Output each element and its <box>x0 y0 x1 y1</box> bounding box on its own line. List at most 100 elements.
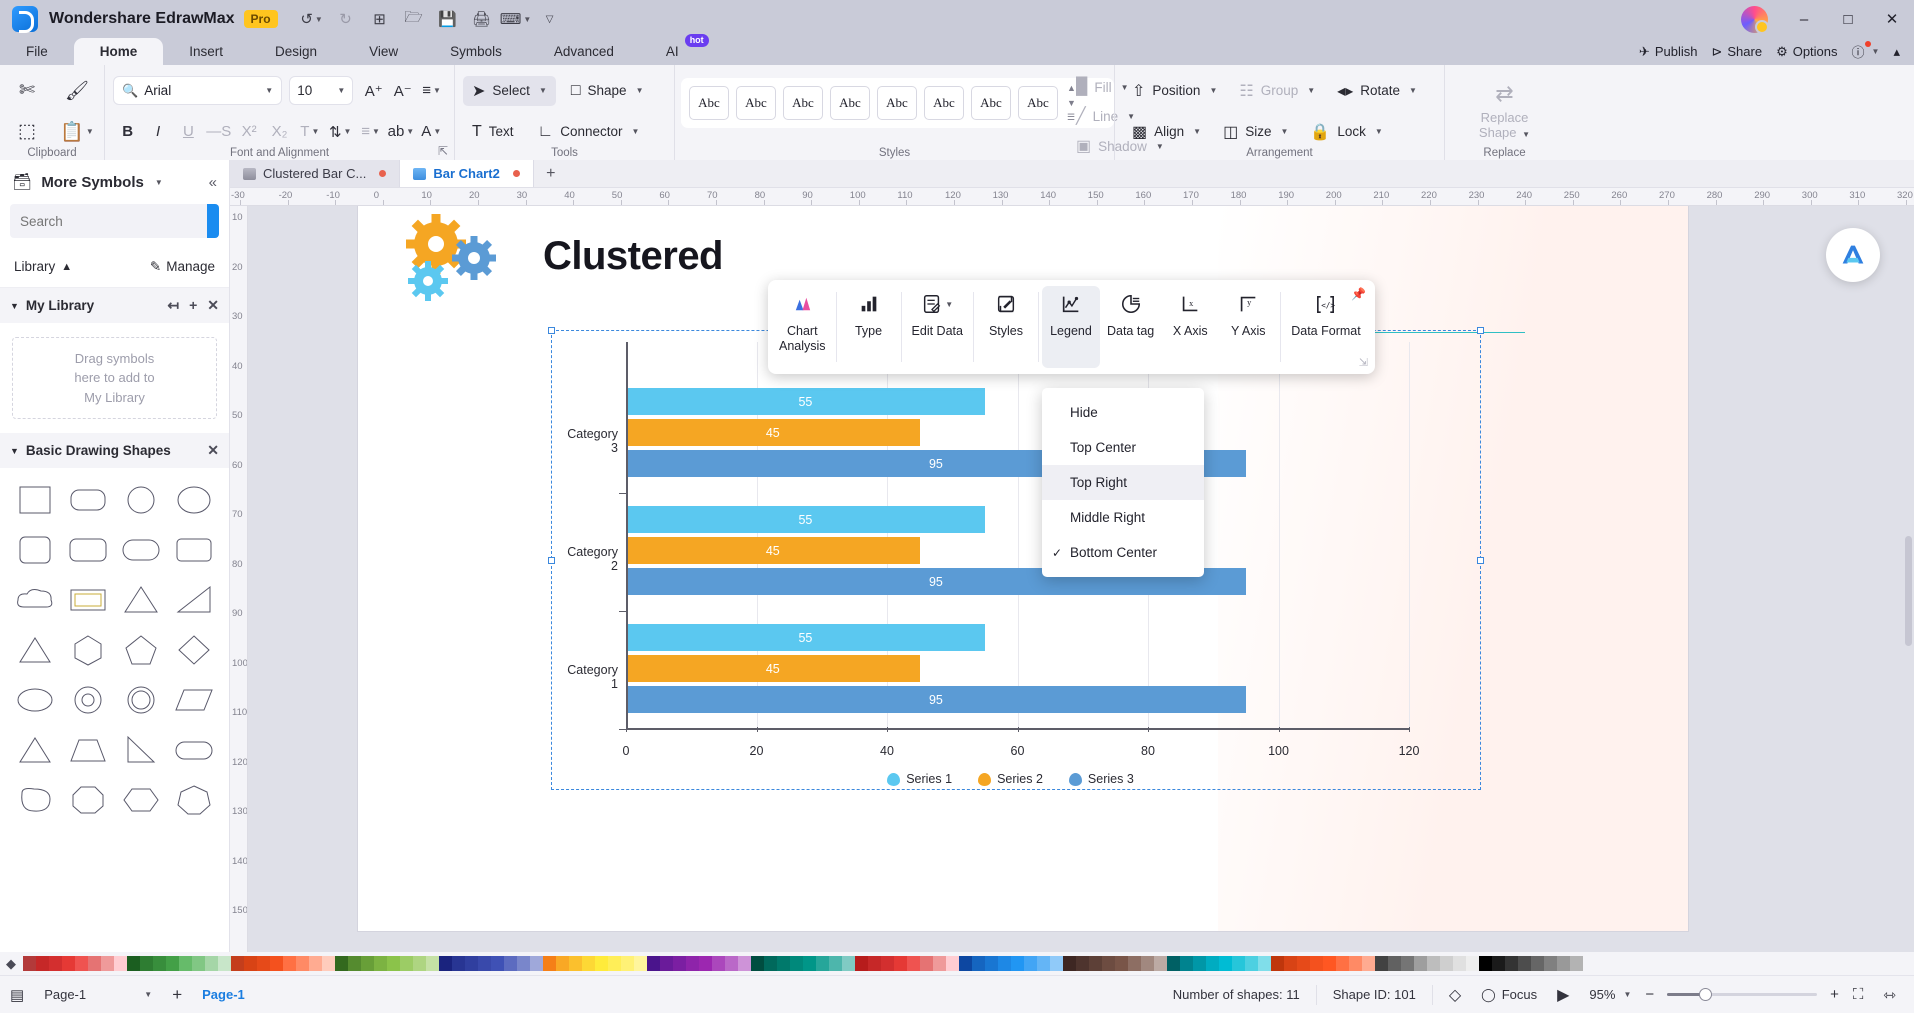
add-icon[interactable]: + <box>189 297 197 314</box>
maximize-icon[interactable]: □ <box>1826 0 1870 38</box>
style-sample-2[interactable]: Abc <box>736 86 776 120</box>
add-page-button[interactable]: + <box>162 985 192 1005</box>
color-swatch[interactable] <box>1219 956 1232 971</box>
color-swatch[interactable] <box>686 956 699 971</box>
font-size-field[interactable]: 10 ▼ <box>289 76 354 105</box>
legend-menu-item[interactable]: Hide <box>1042 395 1204 430</box>
color-swatch[interactable] <box>244 956 257 971</box>
color-swatch[interactable] <box>374 956 387 971</box>
clustered-bar-chart[interactable]: 55 45 95 Category 1 55 45 95 Category 2 55 45 95 Ca… <box>558 336 1463 786</box>
chart-bar[interactable]: 45 <box>626 419 920 446</box>
color-swatch[interactable] <box>1557 956 1570 971</box>
shape-pentagon[interactable] <box>118 628 165 672</box>
collapse-ribbon-icon[interactable]: ▴ <box>1893 44 1900 60</box>
tab-symbols[interactable]: Symbols <box>424 38 528 65</box>
color-swatch[interactable] <box>1466 956 1479 971</box>
color-swatch[interactable] <box>309 956 322 971</box>
underline-icon[interactable]: U <box>174 117 203 147</box>
color-swatch[interactable] <box>868 956 881 971</box>
chart-bar[interactable]: 45 <box>626 655 920 682</box>
chevron-down-icon[interactable]: ▼ <box>1375 127 1383 136</box>
increase-font-size-icon[interactable]: A⁺ <box>359 76 388 106</box>
chevron-down-icon[interactable]: ▼ <box>945 300 953 309</box>
search-input[interactable] <box>10 213 207 229</box>
color-swatch[interactable] <box>452 956 465 971</box>
more-icon[interactable]: ▽ <box>534 5 566 33</box>
group-button[interactable]: ☷ Group ▼ <box>1230 76 1324 106</box>
horizontal-ruler[interactable]: -30 -20 -10 0 10 20 30 40 50 60 70 80 90 100 110 120 130… <box>230 188 1914 206</box>
shape-rounded-square[interactable] <box>12 528 59 572</box>
color-swatch[interactable] <box>1167 956 1180 971</box>
chart-legend-item[interactable]: Series 2 <box>978 772 1043 786</box>
share-button[interactable]: ⊳ Share <box>1711 44 1762 60</box>
color-swatch[interactable] <box>504 956 517 971</box>
color-swatch[interactable] <box>1492 956 1505 971</box>
color-swatch[interactable] <box>1544 956 1557 971</box>
color-swatch[interactable] <box>49 956 62 971</box>
color-swatch[interactable] <box>803 956 816 971</box>
color-swatch[interactable] <box>907 956 920 971</box>
chevron-down-icon[interactable]: ▼ <box>265 86 273 95</box>
color-swatch[interactable] <box>1076 956 1089 971</box>
resize-handle-tl[interactable] <box>548 327 555 334</box>
zoom-slider[interactable] <box>1667 988 1818 1001</box>
chart-toolbar-edit-data[interactable]: ▼ Edit Data <box>905 286 970 368</box>
color-swatch[interactable] <box>23 956 36 971</box>
color-swatch[interactable] <box>1271 956 1284 971</box>
shape-triangle[interactable] <box>118 578 165 622</box>
color-swatch[interactable] <box>140 956 153 971</box>
close-icon[interactable]: ✕ <box>207 442 219 459</box>
color-swatch[interactable] <box>920 956 933 971</box>
color-swatch[interactable] <box>1193 956 1206 971</box>
font-color-icon[interactable]: A ▼ <box>417 117 446 147</box>
color-swatch[interactable] <box>1180 956 1193 971</box>
color-swatch[interactable] <box>1115 956 1128 971</box>
print-icon[interactable]: 🖨 <box>466 5 498 33</box>
color-swatch[interactable] <box>543 956 556 971</box>
doc-tab-bar-chart2[interactable]: Bar Chart2 <box>400 160 534 187</box>
color-swatch[interactable] <box>1284 956 1297 971</box>
color-swatch[interactable] <box>283 956 296 971</box>
resize-handle-tr[interactable] <box>1477 327 1484 334</box>
shape-donut[interactable] <box>65 678 112 722</box>
color-swatch[interactable] <box>829 956 842 971</box>
shape-rect-inner[interactable] <box>65 578 112 622</box>
color-swatch[interactable] <box>1245 956 1258 971</box>
options-button[interactable]: ⚙ Options <box>1776 44 1837 60</box>
color-swatch[interactable] <box>1037 956 1050 971</box>
color-swatch[interactable] <box>517 956 530 971</box>
zoom-slider-knob[interactable] <box>1699 988 1713 1001</box>
style-sample-8[interactable]: Abc <box>1018 86 1058 120</box>
color-swatch[interactable] <box>1505 956 1518 971</box>
legend-menu-item[interactable]: Middle Right <box>1042 500 1204 535</box>
chevron-down-icon[interactable]: ▼ <box>632 127 640 136</box>
chevron-up-icon[interactable]: ▲ <box>61 261 72 273</box>
color-swatch[interactable] <box>270 956 283 971</box>
color-swatch[interactable] <box>1453 956 1466 971</box>
help-button[interactable]: ⓘ ▼ <box>1852 41 1879 61</box>
new-document-tab-button[interactable]: + <box>534 160 568 187</box>
tab-advanced[interactable]: Advanced <box>528 38 640 65</box>
connector-tool-button[interactable]: ∟ Connector ▼ <box>529 118 649 146</box>
shape-rounded-wide[interactable] <box>65 528 112 572</box>
close-icon[interactable]: ✕ <box>207 297 219 314</box>
shape-oval[interactable] <box>12 678 59 722</box>
color-swatch[interactable] <box>1531 956 1544 971</box>
avatar[interactable] <box>1741 5 1769 34</box>
shape-hexagon-v[interactable] <box>65 628 112 672</box>
color-swatch[interactable] <box>439 956 452 971</box>
lock-button[interactable]: 🔒 Lock ▼ <box>1301 117 1391 147</box>
shape-parallelogram[interactable] <box>170 678 217 722</box>
strikethrough-icon[interactable]: ―S <box>204 117 233 147</box>
chart-toolbar-data-tag[interactable]: Data tag <box>1100 286 1161 368</box>
chart-toolbar-styles[interactable]: Styles <box>977 286 1035 368</box>
color-swatch[interactable] <box>972 956 985 971</box>
color-swatch[interactable] <box>1401 956 1414 971</box>
color-swatch[interactable] <box>36 956 49 971</box>
color-swatch[interactable] <box>777 956 790 971</box>
chevron-down-icon[interactable]: ▼ <box>1280 127 1288 136</box>
shape-circle-thick[interactable] <box>118 678 165 722</box>
color-swatch[interactable] <box>998 956 1011 971</box>
color-swatch[interactable] <box>153 956 166 971</box>
chevron-down-icon[interactable]: ▼ <box>1409 86 1417 95</box>
